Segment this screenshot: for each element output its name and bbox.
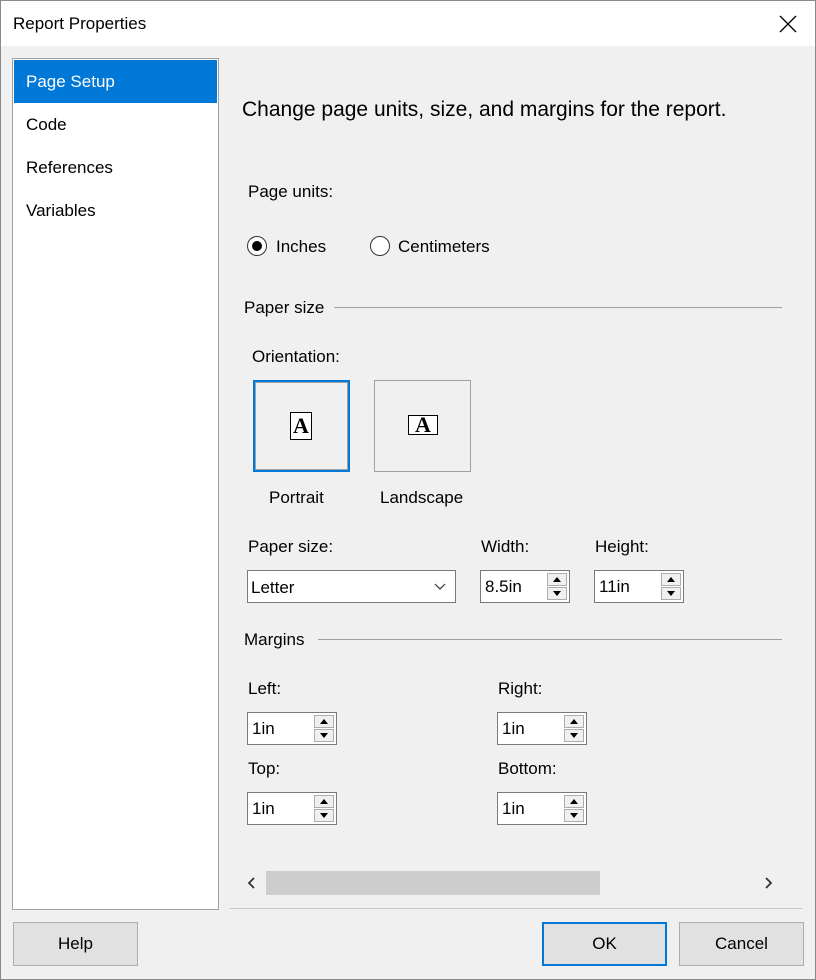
arrow-down-icon [553, 591, 561, 596]
centimeters-radio[interactable] [370, 236, 390, 256]
sidebar-item-variables[interactable]: Variables [14, 189, 217, 232]
bottom-margin-input[interactable]: 1in [497, 792, 587, 825]
arrow-up-icon [667, 577, 675, 582]
top-margin-decrement-button[interactable] [314, 809, 334, 822]
help-button[interactable]: Help [13, 922, 138, 966]
chevron-right-icon [765, 877, 773, 889]
right-margin-value: 1in [502, 719, 525, 738]
paper-size-divider [334, 307, 782, 308]
title-bar: Report Properties [1, 1, 815, 46]
left-margin-value: 1in [252, 719, 275, 738]
sidebar-item-label: Code [26, 115, 67, 134]
top-margin-input[interactable]: 1in [247, 792, 337, 825]
arrow-up-icon [553, 577, 561, 582]
height-decrement-button[interactable] [661, 587, 681, 600]
top-margin-value: 1in [252, 799, 275, 818]
arrow-down-icon [320, 733, 328, 738]
landscape-page-icon: A [408, 412, 438, 437]
sidebar-item-label: References [26, 158, 113, 177]
scroll-left-button[interactable] [244, 875, 260, 891]
arrow-up-icon [570, 799, 578, 804]
paper-size-group-label: Paper size [244, 298, 325, 317]
bottom-margin-label: Bottom: [498, 759, 557, 778]
left-margin-increment-button[interactable] [314, 715, 334, 728]
landscape-button[interactable]: A [374, 380, 471, 472]
scroll-right-button[interactable] [760, 875, 776, 891]
window-title: Report Properties [13, 14, 147, 33]
portrait-page-icon: A [290, 412, 312, 440]
help-button-label: Help [58, 934, 93, 953]
height-input[interactable]: 11in [594, 570, 684, 603]
width-label: Width: [481, 537, 530, 556]
content-bottom-divider [230, 908, 802, 909]
arrow-up-icon [320, 719, 328, 724]
radio-selected-dot [252, 241, 262, 251]
right-margin-label: Right: [498, 679, 543, 698]
right-margin-increment-button[interactable] [564, 715, 584, 728]
ok-button[interactable]: OK [542, 922, 667, 966]
portrait-button[interactable]: A [253, 380, 350, 472]
chevron-left-icon [247, 877, 255, 889]
paper-size-select[interactable]: Letter [247, 570, 456, 603]
arrow-down-icon [320, 813, 328, 818]
bottom-margin-value: 1in [502, 799, 525, 818]
arrow-down-icon [667, 591, 675, 596]
height-label: Height: [595, 537, 649, 556]
top-margin-spinner[interactable] [314, 795, 334, 822]
sidebar-item-label: Variables [26, 201, 96, 220]
sidebar-nav: Page Setup Code References Variables [12, 58, 219, 910]
centimeters-label[interactable]: Centimeters [398, 237, 490, 257]
bottom-margin-decrement-button[interactable] [564, 809, 584, 822]
margins-group-label: Margins [244, 630, 305, 649]
report-properties-dialog: Report Properties Page Setup Code Refere… [0, 0, 816, 980]
portrait-glyph: A [293, 413, 309, 438]
sidebar-item-code[interactable]: Code [14, 103, 217, 146]
arrow-up-icon [320, 799, 328, 804]
left-margin-label: Left: [248, 679, 282, 698]
close-icon [779, 15, 797, 32]
bottom-margin-increment-button[interactable] [564, 795, 584, 808]
top-margin-label: Top: [248, 759, 281, 778]
scrollbar-thumb[interactable] [266, 871, 600, 895]
bottom-margin-spinner[interactable] [564, 795, 584, 822]
width-decrement-button[interactable] [547, 587, 567, 600]
height-spinner[interactable] [661, 573, 681, 600]
close-button[interactable] [761, 1, 815, 46]
width-value: 8.5in [485, 577, 522, 596]
inches-label[interactable]: Inches [276, 237, 326, 257]
right-margin-decrement-button[interactable] [564, 729, 584, 742]
arrow-down-icon [570, 813, 578, 818]
height-increment-button[interactable] [661, 573, 681, 586]
left-margin-input[interactable]: 1in [247, 712, 337, 745]
sidebar-item-label: Page Setup [26, 72, 115, 91]
landscape-glyph: A [415, 412, 431, 437]
horizontal-scrollbar[interactable] [242, 867, 782, 901]
page-heading: Change page units, size, and margins for… [242, 98, 727, 121]
page-units-label: Page units: [248, 182, 334, 201]
landscape-label: Landscape [380, 488, 464, 507]
right-margin-input[interactable]: 1in [497, 712, 587, 745]
arrow-down-icon [570, 733, 578, 738]
margins-divider [318, 639, 782, 640]
top-margin-increment-button[interactable] [314, 795, 334, 808]
sidebar-item-references[interactable]: References [14, 146, 217, 189]
sidebar-item-page-setup[interactable]: Page Setup [14, 60, 217, 103]
ok-button-label: OK [592, 934, 617, 953]
cancel-button[interactable]: Cancel [679, 922, 804, 966]
right-margin-spinner[interactable] [564, 715, 584, 742]
arrow-up-icon [570, 719, 578, 724]
chevron-down-icon [434, 583, 446, 590]
paper-size-label: Paper size: [248, 537, 334, 556]
left-margin-spinner[interactable] [314, 715, 334, 742]
portrait-label: Portrait [269, 488, 324, 507]
width-input[interactable]: 8.5in [480, 570, 570, 603]
left-margin-decrement-button[interactable] [314, 729, 334, 742]
width-increment-button[interactable] [547, 573, 567, 586]
paper-size-value: Letter [251, 578, 295, 597]
height-value: 11in [599, 577, 630, 596]
width-spinner[interactable] [547, 573, 567, 600]
inches-radio[interactable] [247, 236, 267, 256]
cancel-button-label: Cancel [715, 934, 768, 953]
orientation-label: Orientation: [252, 347, 340, 366]
